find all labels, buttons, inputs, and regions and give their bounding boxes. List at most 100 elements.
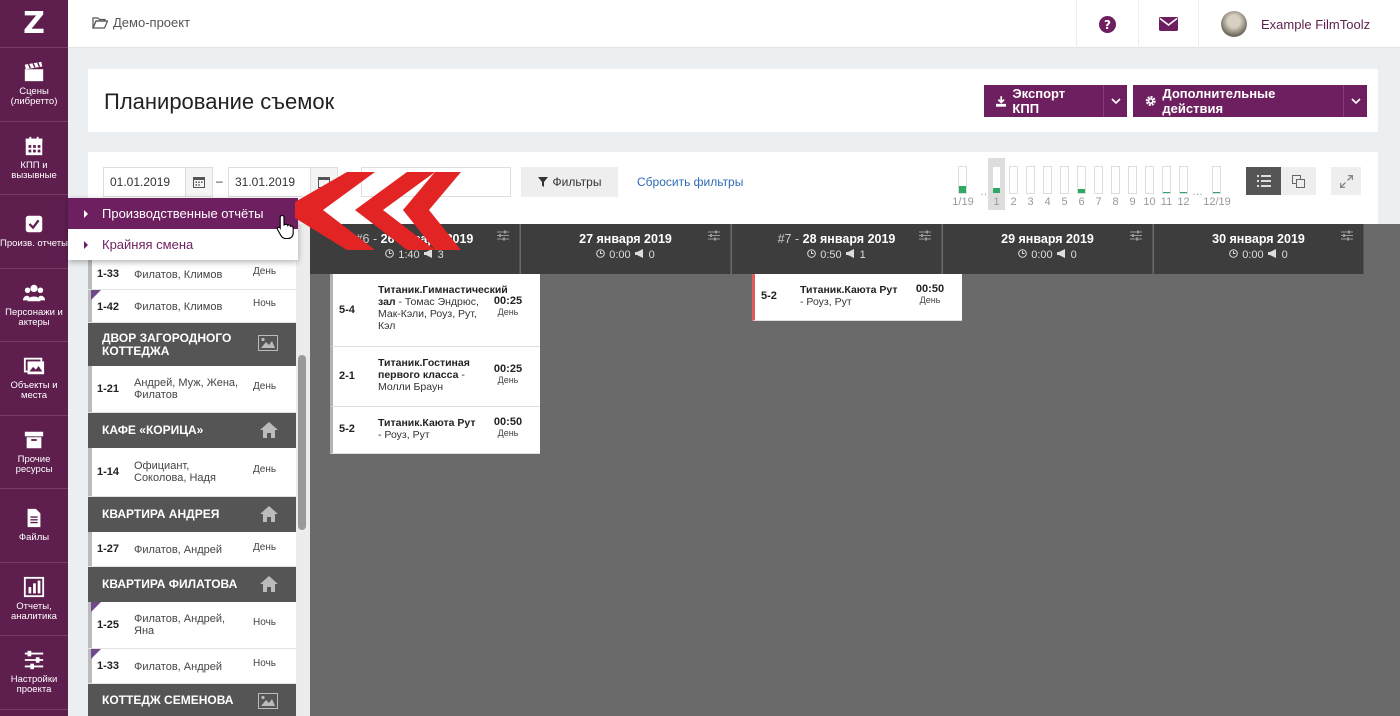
nav-item-locations[interactable]: Объекты и места <box>0 342 68 416</box>
bar-chart-icon <box>23 576 45 597</box>
menu-item-last-shift[interactable]: Крайняя смена <box>68 229 298 260</box>
nav-item-files[interactable]: Файлы <box>0 489 68 563</box>
day-load-fill <box>993 188 1000 193</box>
day-strip-day[interactable]: 8 <box>1107 158 1124 210</box>
breadcrumb[interactable]: Демо-проект <box>92 15 190 30</box>
day-strip-label: 6 <box>1078 196 1085 208</box>
more-actions-button[interactable]: Дополнительные действия <box>1133 85 1344 117</box>
day-settings-icon[interactable] <box>708 230 720 241</box>
location-header[interactable]: КАФЕ «КОРИЦА» <box>88 413 296 448</box>
list-item[interactable]: 1-27 Филатов, Андрей День <box>88 532 296 567</box>
clock-icon <box>385 249 395 258</box>
day-strip-day[interactable]: 2 <box>1005 158 1022 210</box>
date-from-input[interactable]: 01.01.2019 <box>103 167 186 197</box>
fullscreen-button[interactable] <box>1331 167 1361 195</box>
day-number: #7 - <box>777 232 800 246</box>
list-item[interactable]: 1-21 Андрей, Муж, Жена, Филатов День <box>88 366 296 413</box>
card-duration-value: 00:25 <box>493 295 523 307</box>
scrollbar-thumb[interactable] <box>298 355 306 530</box>
date-from-calendar-button[interactable] <box>185 167 213 197</box>
breadcrumb-project[interactable]: Демо-проект <box>113 15 190 30</box>
grid-view-button[interactable] <box>1281 167 1316 195</box>
day-load-bar <box>1111 166 1120 194</box>
scene-card[interactable]: 2-1 Титаник.Гостиная первого класса - Мол… <box>330 347 540 407</box>
day-strip-day[interactable]: 4 <box>1039 158 1056 210</box>
left-nav: Z Сцены (либретто) КПП и вызывные Произв… <box>0 0 68 716</box>
nav-item-schedule[interactable]: КПП и вызывные <box>0 122 68 195</box>
day-strip-label: 1/19 <box>952 196 974 208</box>
day-strip-day[interactable]: 1 <box>988 158 1005 210</box>
location-header[interactable]: КВАРТИРА ФИЛАТОВА <box>88 567 296 602</box>
scene-card[interactable]: 5-4 Титаник.Гимнастический зал - Томас Эн… <box>330 274 540 347</box>
list-view-button[interactable] <box>1246 167 1281 195</box>
messages-button[interactable] <box>1138 0 1198 48</box>
day-settings-icon[interactable] <box>497 230 509 241</box>
day-column-header[interactable]: 29 января 2019 0:00 0 <box>943 224 1153 274</box>
location-header[interactable]: КОТТЕДЖ СЕМЕНОВА <box>88 684 296 716</box>
list-item[interactable]: 1-33 Филатов, Климов День <box>88 260 296 290</box>
nav-item-reports[interactable]: Произв. отчеты <box>0 195 68 269</box>
day-settings-icon[interactable] <box>919 230 931 241</box>
scene-card[interactable]: 5-2 Титаник.Каюта Рут - Роуз, Рут 00:50 Ден… <box>752 274 962 321</box>
more-actions-dropdown-toggle[interactable] <box>1344 85 1367 117</box>
list-item[interactable]: 1-14 Официант, Соколова, Надя День <box>88 448 296 497</box>
day-strip-day[interactable]: 7 <box>1090 158 1107 210</box>
day-settings-icon[interactable] <box>1130 230 1142 241</box>
user-menu[interactable]: Example FilmToolz <box>1198 0 1400 48</box>
nav-item-resources[interactable]: Прочие ресурсы <box>0 416 68 489</box>
megaphone-icon <box>845 249 854 258</box>
location-name: КВАРТИРА АНДРЕЯ <box>102 507 220 521</box>
help-icon: ? <box>1099 15 1116 33</box>
day-load-bar <box>1212 166 1221 194</box>
view-toggle <box>1246 167 1316 195</box>
nav-item-label: Отчеты, аналитика <box>11 600 57 622</box>
day-column-header[interactable]: #7 - 28 января 2019 0:50 1 <box>732 224 942 274</box>
reset-filters-link[interactable]: Сбросить фильтры <box>637 175 743 189</box>
nav-item-scenes[interactable]: Сцены (либретто) <box>0 48 68 122</box>
list-item-scene: 1-27 <box>97 543 120 555</box>
app-logo[interactable]: Z <box>0 0 68 48</box>
help-button[interactable]: ? <box>1076 0 1138 48</box>
day-strip-day[interactable]: 1/19 <box>946 158 980 210</box>
card-duration: 00:25 День <box>491 296 525 318</box>
nav-item-characters[interactable]: Персонажи и актеры <box>0 269 68 342</box>
day-date: 29 января 2019 <box>1001 232 1094 246</box>
list-item[interactable]: 1-42 Филатов, Климов Ночь <box>88 290 296 323</box>
nav-item-analytics[interactable]: Отчеты, аналитика <box>0 563 68 636</box>
day-strip-day[interactable]: 3 <box>1022 158 1039 210</box>
list-item[interactable]: 1-33 Филатов, Андрей Ночь <box>88 649 296 684</box>
download-icon <box>996 95 1007 107</box>
nav-item-label: Персонажи и актеры <box>5 306 63 328</box>
day-load-bar <box>1094 166 1103 194</box>
day-strip-day[interactable]: 6 <box>1073 158 1090 210</box>
card-characters: - Роуз, Рут <box>800 296 852 308</box>
day-strip-day[interactable]: 9 <box>1124 158 1141 210</box>
export-dropdown-toggle[interactable] <box>1104 85 1127 117</box>
day-load-bar <box>1128 166 1137 194</box>
day-strip-day[interactable]: 10 <box>1141 158 1158 210</box>
card-duration: 00:25 День <box>491 364 525 386</box>
list-item-characters: Филатов, Климов <box>134 301 223 313</box>
day-strip-label: 2 <box>1010 196 1017 208</box>
day-strip-day[interactable]: 11 <box>1158 158 1175 210</box>
card-description: Титаник.Каюта Рут - Роуз, Рут <box>800 284 903 308</box>
day-strip-day[interactable]: 12 <box>1175 158 1192 210</box>
day-column-header[interactable]: 27 января 2019 0:00 0 <box>521 224 731 274</box>
day-load-fill <box>1213 192 1220 193</box>
filters-button[interactable]: Фильтры <box>521 167 618 197</box>
nav-item-settings[interactable]: Настройки проекта <box>0 636 68 710</box>
location-header[interactable]: КВАРТИРА АНДРЕЯ <box>88 497 296 532</box>
day-settings-icon[interactable] <box>1341 230 1353 241</box>
list-item-marker <box>88 448 92 496</box>
export-button[interactable]: Экспорт КПП <box>984 85 1104 117</box>
card-characters: - Роуз, Рут <box>378 429 430 441</box>
day-column-header[interactable]: 30 января 2019 0:00 0 <box>1154 224 1364 274</box>
export-button-group: Экспорт КПП <box>984 85 1127 117</box>
location-header[interactable]: ДВОР ЗАГОРОДНОГО КОТТЕДЖА <box>88 323 296 366</box>
list-item[interactable]: 1-25 Филатов, Андрей, Яна Ночь <box>88 602 296 649</box>
menu-item-production-reports[interactable]: Производственные отчёты <box>68 198 298 229</box>
scene-card[interactable]: 5-2 Титаник.Каюта Рут - Роуз, Рут 00:50 Ден… <box>330 407 540 454</box>
day-strip-day[interactable]: 12/19 <box>1200 158 1234 210</box>
day-strip-ellipsis: … <box>980 158 991 210</box>
day-strip-day[interactable]: 5 <box>1056 158 1073 210</box>
